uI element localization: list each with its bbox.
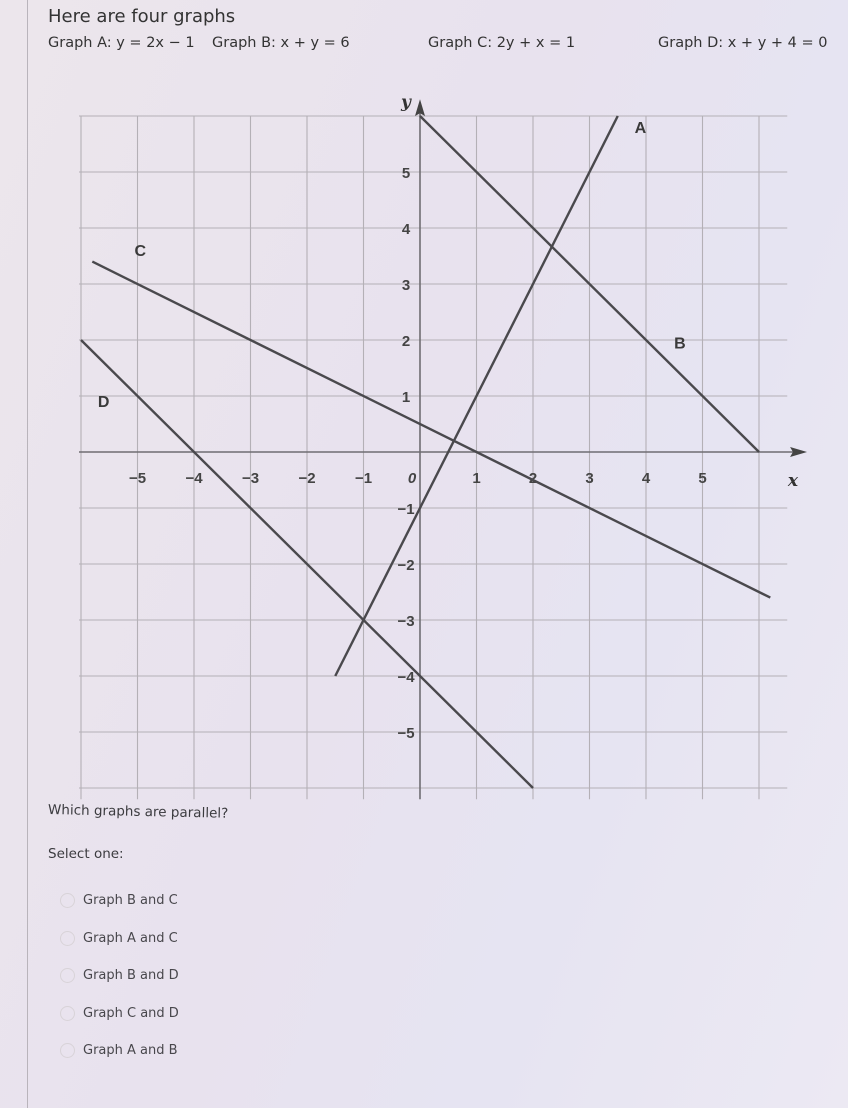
radio-button[interactable] xyxy=(60,893,75,909)
graph-label-c: C xyxy=(135,243,147,260)
y-tick-label: 2 xyxy=(402,333,410,350)
x-tick-label: −2 xyxy=(298,470,315,487)
radio-button[interactable] xyxy=(60,930,75,946)
option-label: Graph B and C xyxy=(83,893,178,909)
y-axis-label: y xyxy=(400,93,412,113)
x-tick-label: 1 xyxy=(472,470,480,487)
graph-label-d: D xyxy=(98,394,110,411)
x-tick-label: −1 xyxy=(355,470,372,487)
y-tick-label: 3 xyxy=(402,277,410,294)
option-label: Graph C and D xyxy=(83,1005,179,1021)
answer-options: Graph B and C Graph A and C Graph B and … xyxy=(60,882,179,1070)
y-tick-label: −2 xyxy=(397,557,414,574)
answer-option[interactable]: Graph A and C xyxy=(60,920,179,958)
answer-option[interactable]: Graph C and D xyxy=(60,995,179,1033)
x-tick-label: 5 xyxy=(698,470,706,487)
radio-button[interactable] xyxy=(60,1005,75,1021)
grid xyxy=(79,115,788,800)
y-tick-label: −3 xyxy=(397,613,414,630)
select-one-label: Select one: xyxy=(48,846,124,862)
x-axis-label: x xyxy=(787,471,799,491)
answer-option[interactable]: Graph B and C xyxy=(60,882,179,920)
x-tick-label: −4 xyxy=(185,470,203,487)
y-tick-label: 5 xyxy=(402,165,410,182)
answer-option[interactable]: Graph B and D xyxy=(60,957,179,995)
x-tick-label: −3 xyxy=(242,470,259,487)
y-tick-label: −5 xyxy=(397,725,414,742)
x-tick-label: −5 xyxy=(129,470,146,487)
radio-button[interactable] xyxy=(60,968,75,984)
option-label: Graph B and D xyxy=(83,968,179,984)
y-tick-label: 4 xyxy=(402,221,411,238)
x-tick-label: 0 xyxy=(408,470,417,487)
y-tick-label: 1 xyxy=(402,389,410,406)
option-label: Graph A and B xyxy=(83,1043,178,1059)
graph-label-b: B xyxy=(674,335,686,352)
answer-option[interactable]: Graph A and B xyxy=(60,1032,179,1070)
graph-label-a: A xyxy=(635,120,647,137)
x-tick-label: 4 xyxy=(642,470,651,487)
y-tick-label: −4 xyxy=(397,669,415,686)
y-tick-label: −1 xyxy=(397,501,414,518)
radio-button[interactable] xyxy=(60,1043,75,1059)
tick-labels: −5 −4 −3 −2 −1 0 1 2 3 4 554321−1−2−3−4−5 xyxy=(129,165,707,742)
option-label: Graph A and C xyxy=(83,930,178,946)
coordinate-graph: xy −5 −4 −3 −2 −1 0 1 2 3 4 554321−1−2−3−4−5 ABCD xyxy=(79,93,808,800)
x-tick-label: 3 xyxy=(585,470,593,487)
